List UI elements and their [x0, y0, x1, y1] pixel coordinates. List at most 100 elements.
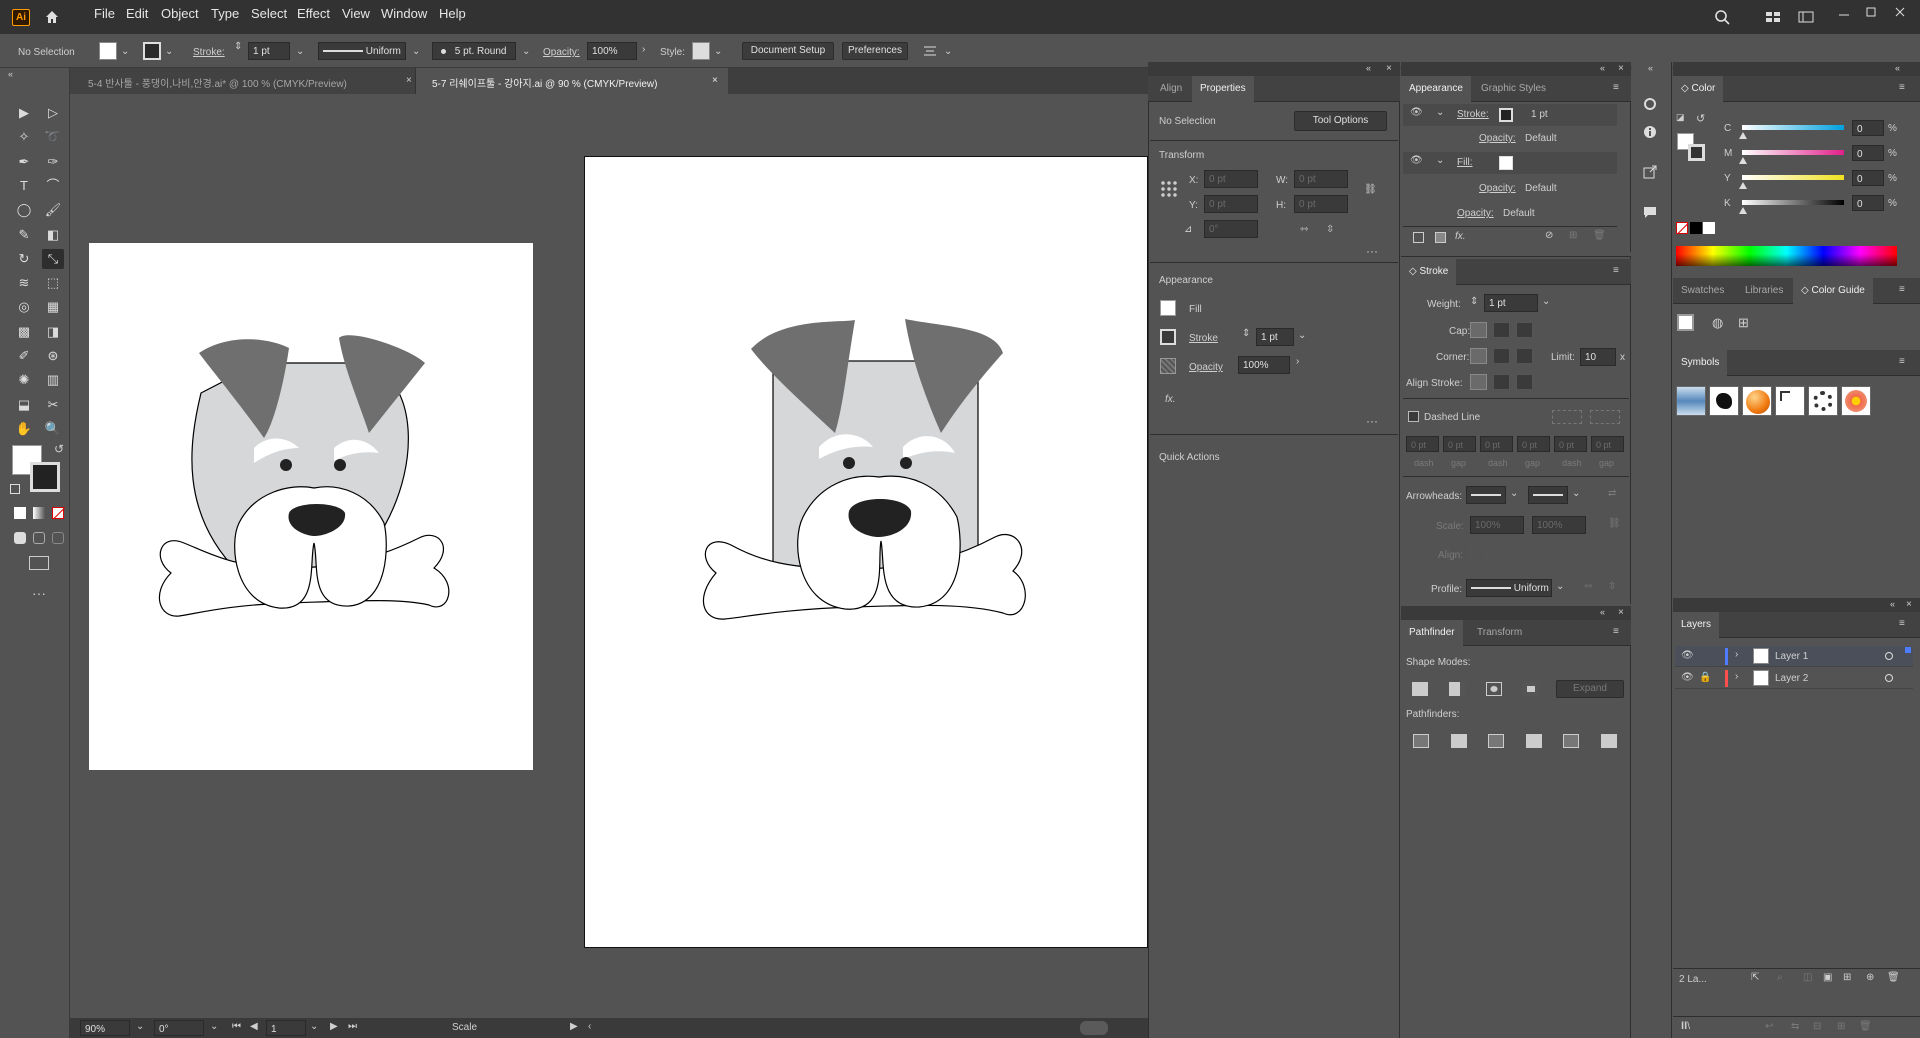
tab-appearance[interactable]: Appearance — [1401, 76, 1471, 102]
none-mode-icon[interactable] — [52, 507, 66, 520]
target-icon[interactable] — [1885, 674, 1893, 682]
duplicate-item-icon[interactable]: ⊞ — [1569, 230, 1577, 241]
start-scale-field[interactable]: 100% — [1470, 516, 1524, 534]
rotate-tool-icon[interactable]: ↻ — [13, 249, 35, 269]
home-icon[interactable] — [42, 7, 62, 27]
minus-front-icon[interactable] — [1449, 682, 1465, 696]
appearance-opacity-row-2[interactable]: Opacity: Default — [1403, 178, 1617, 200]
eraser-tool-icon[interactable]: ◧ — [42, 225, 64, 245]
tab-color-guide[interactable]: ◇ Color Guide — [1793, 278, 1873, 304]
collapse-icon[interactable]: « — [1648, 63, 1653, 73]
chevron-down-icon[interactable]: ⌄ — [1572, 488, 1580, 499]
close-tab-icon[interactable]: × — [406, 75, 412, 86]
weight-field[interactable]: 1 pt — [1484, 294, 1538, 312]
chevron-right-icon[interactable]: › — [1735, 671, 1738, 682]
menu-file[interactable]: File — [94, 6, 115, 21]
fx-icon[interactable]: fx. — [1165, 394, 1176, 405]
visibility-icon[interactable]: 👁 — [1681, 650, 1694, 661]
panel-menu-icon[interactable]: ≡ — [1899, 618, 1905, 629]
tool-options-button[interactable]: Tool Options — [1294, 111, 1387, 131]
previous-artboard-icon[interactable]: ◀ — [250, 1021, 258, 1032]
panel-menu-icon[interactable]: ≡ — [1613, 82, 1619, 93]
angle-field[interactable]: 0° — [1204, 220, 1258, 238]
swap-colors-icon[interactable]: ↺ — [1696, 112, 1705, 125]
symbol-frame[interactable] — [1775, 386, 1805, 416]
close-panel-icon[interactable]: × — [1386, 63, 1392, 74]
chevron-down-icon[interactable]: ⌄ — [412, 46, 420, 57]
collapse-icon[interactable]: « — [1366, 63, 1371, 73]
menu-view[interactable]: View — [342, 6, 370, 21]
magic-wand-tool-icon[interactable]: ✧ — [13, 127, 35, 147]
close-tab-icon[interactable]: × — [712, 75, 718, 86]
comments-icon[interactable] — [1640, 202, 1660, 222]
direct-selection-tool-icon[interactable]: ▷ — [42, 103, 64, 123]
width-tool-icon[interactable]: ≋ — [13, 273, 35, 293]
chevron-right-icon[interactable]: › — [1735, 649, 1738, 660]
channel-slider[interactable] — [1742, 175, 1844, 180]
channel-value-field[interactable]: 0 — [1852, 145, 1884, 161]
stroke-swatch-appearance[interactable] — [1499, 108, 1513, 122]
start-arrowhead-select[interactable] — [1466, 486, 1506, 504]
selection-indicator[interactable] — [1905, 647, 1911, 653]
black-color-swatch[interactable] — [1690, 222, 1702, 234]
gradient-tool-icon[interactable]: ◨ — [42, 322, 64, 342]
appearance-opacity-row-3[interactable]: Opacity: Default — [1403, 203, 1617, 225]
collapse-icon[interactable]: « — [1895, 63, 1900, 73]
menu-type[interactable]: Type — [211, 6, 239, 21]
symbol-sprayer-tool-icon[interactable]: ✺ — [13, 370, 35, 390]
slider-thumb[interactable] — [1739, 182, 1747, 189]
mesh-tool-icon[interactable]: ▩ — [13, 322, 35, 342]
scale-tool-icon[interactable]: ⤡ — [42, 248, 64, 269]
butt-cap-icon[interactable] — [1470, 322, 1487, 338]
stroke-swatch-prop[interactable] — [1160, 329, 1176, 345]
link-icon-4[interactable]: ⊞ — [1837, 1021, 1845, 1032]
dash-preserve-icon[interactable] — [1552, 410, 1582, 424]
channel-slider[interactable] — [1742, 200, 1844, 205]
vertical-scrollbar[interactable] — [1616, 108, 1626, 1038]
chevron-down-icon[interactable]: ⌄ — [1542, 296, 1550, 307]
rotation-field[interactable]: 0° — [154, 1020, 204, 1036]
miter-join-icon[interactable] — [1470, 348, 1487, 364]
document-setup-button[interactable]: Document Setup — [742, 42, 834, 60]
info-icon[interactable] — [1640, 122, 1660, 142]
close-panel-icon[interactable]: × — [1618, 63, 1624, 74]
flip-vertical-icon[interactable]: ⇳ — [1326, 224, 1334, 235]
visibility-icon[interactable]: 👁 — [1410, 107, 1423, 118]
align-center-icon[interactable] — [1470, 374, 1487, 390]
fill-color-swatch[interactable] — [99, 42, 117, 60]
arrange-documents-icon[interactable] — [1763, 7, 1783, 27]
fill-swatch-prop[interactable] — [1160, 300, 1176, 316]
symbol-ink-splat[interactable] — [1709, 386, 1739, 416]
round-cap-icon[interactable] — [1493, 322, 1510, 338]
tab-graphic-styles[interactable]: Graphic Styles — [1473, 76, 1554, 102]
arc-tool-icon[interactable]: ⌒ — [42, 176, 64, 196]
locate-object-icon[interactable]: ⌕ — [1777, 972, 1783, 983]
chevron-down-icon[interactable]: ⌄ — [1436, 107, 1444, 118]
tab-layers[interactable]: Layers — [1673, 612, 1720, 638]
chevron-down-icon[interactable]: ⌄ — [121, 46, 129, 57]
slider-thumb[interactable] — [1739, 157, 1747, 164]
zoom-tool-icon[interactable]: 🔍 — [42, 419, 64, 439]
chevron-right-icon[interactable]: › — [642, 44, 645, 55]
new-fill-icon[interactable] — [1435, 232, 1446, 243]
merge-icon[interactable] — [1488, 734, 1504, 748]
zoom-field[interactable]: 90% — [80, 1020, 130, 1036]
status-menu-icon[interactable]: ▶ — [570, 1021, 578, 1032]
link-icon-1[interactable]: ↩ — [1765, 1021, 1773, 1032]
layer-row[interactable]: 👁 🔒 › Layer 2 — [1675, 668, 1913, 689]
round-join-icon[interactable] — [1493, 348, 1510, 364]
panel-menu-icon[interactable]: ≡ — [1899, 284, 1905, 295]
chevron-down-icon[interactable]: ⌄ — [165, 46, 173, 57]
default-colors-icon[interactable] — [10, 484, 20, 494]
panel-menu-icon[interactable]: ≡ — [1899, 82, 1905, 93]
type-tool-icon[interactable]: T — [13, 176, 35, 196]
crop-icon[interactable] — [1525, 734, 1542, 748]
stroke-label[interactable]: Stroke: — [193, 47, 225, 58]
end-arrowhead-select[interactable] — [1528, 486, 1568, 504]
chevron-down-icon[interactable]: ⌄ — [944, 46, 952, 57]
hand-tool-icon[interactable]: ✋ — [13, 419, 35, 439]
intersect-icon[interactable] — [1486, 682, 1502, 696]
free-transform-tool-icon[interactable]: ⬚ — [42, 273, 64, 293]
tab-transform[interactable]: Transform — [1469, 620, 1530, 646]
delete-layer-icon[interactable]: 🗑 — [1887, 972, 1900, 983]
